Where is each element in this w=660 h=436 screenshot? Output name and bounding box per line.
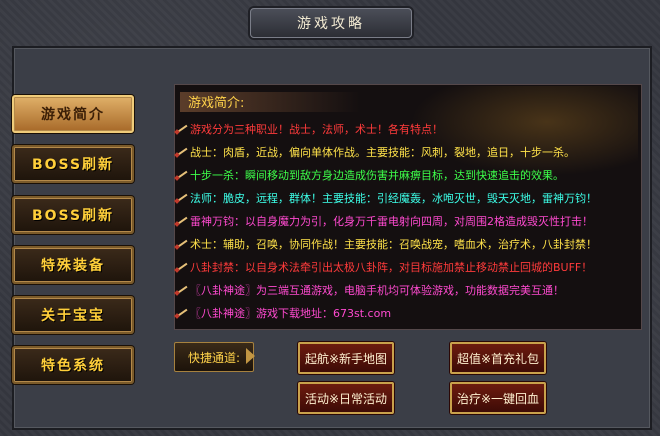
sword-bullet-icon <box>174 145 188 159</box>
nav-item-feature-systems[interactable]: 特色系统 <box>12 346 134 384</box>
intro-line-text: 雷神万钧：以自身魔力为引，化身万千雷电射向四周，对周围2格造成毁灭性打击！ <box>190 215 593 228</box>
nav-item-label: BOSS刷新 <box>31 157 115 173</box>
intro-line-text: 术士：辅助，召唤，协同作战！主要技能：召唤战宠，嗜血术，治疗术，八卦封禁！ <box>190 238 597 251</box>
nav-item-label: BOSS刷新 <box>31 208 115 224</box>
sword-bullet-icon <box>174 214 188 228</box>
intro-line: 八卦封禁：以自身术法牵引出太极八卦阵，对目标施加禁止移动禁止回城的BUFF！ <box>174 256 592 278</box>
intro-line-text: 八卦封禁：以自身术法牵引出太极八卦阵，对目标施加禁止移动禁止回城的BUFF！ <box>190 261 593 274</box>
intro-line: 战士：肉盾，近战，偏向单体作战。主要技能：风刺，裂地，追日，十步一杀。 <box>174 141 575 163</box>
intro-line-text: 战士：肉盾，近战，偏向单体作战。主要技能：风刺，裂地，追日，十步一杀。 <box>190 146 575 159</box>
shortcut-heal-button[interactable]: 治疗※一键回血 <box>450 382 546 414</box>
shortcut-daily-activity-button[interactable]: 活动※日常活动 <box>298 382 394 414</box>
shortcut-newbie-map-button[interactable]: 起航※新手地图 <box>298 342 394 374</box>
nav-item-special-equipment[interactable]: 特殊装备 <box>12 246 134 284</box>
nav-item-boss-refresh-2[interactable]: BOSS刷新 <box>12 196 134 234</box>
sword-bullet-icon <box>174 237 188 251</box>
intro-line: 十步一杀：瞬间移动到敌方身边造成伤害并麻痹目标，达到快速追击的效果。 <box>174 164 564 186</box>
sword-bullet-icon <box>174 306 188 320</box>
intro-line: 游戏分为三种职业！战士，法师，术士！各有特点！ <box>174 118 443 140</box>
shortcut-first-charge-gift-button[interactable]: 超值※首充礼包 <box>450 342 546 374</box>
window-title: 游戏攻略 <box>297 16 365 32</box>
intro-line: 法师：脆皮，远程，群体！主要技能：引经魔轰，冰咆灭世，毁天灭地，雷神万钧！ <box>174 187 597 209</box>
intro-line-text: 〖八卦神途〗游戏下载地址：673st.com <box>190 307 392 320</box>
intro-line: 术士：辅助，召唤，协同作战！主要技能：召唤战宠，嗜血术，治疗术，八卦封禁！ <box>174 233 597 255</box>
intro-line: 雷神万钧：以自身魔力为引，化身万千雷电射向四周，对周围2格造成毁灭性打击！ <box>174 210 593 232</box>
shortcut-button-label: 起航※新手地图 <box>304 351 388 366</box>
intro-line-text: 十步一杀：瞬间移动到敌方身边造成伤害并麻痹目标，达到快速追击的效果。 <box>190 169 564 182</box>
shortcut-arrow-icon <box>246 348 255 364</box>
nav-item-boss-refresh-1[interactable]: BOSS刷新 <box>12 145 134 183</box>
intro-line: 〖八卦神途〗游戏下载地址：673st.com <box>174 302 391 324</box>
intro-line-text: 法师：脆皮，远程，群体！主要技能：引经魔轰，冰咆灭世，毁天灭地，雷神万钧！ <box>190 192 597 205</box>
intro-line-text: 游戏分为三种职业！战士，法师，术士！各有特点！ <box>190 123 443 136</box>
shortcut-button-label: 治疗※一键回血 <box>456 391 540 406</box>
content-heading-text: 游戏简介: <box>188 96 245 111</box>
shortcut-label: 快捷通道: <box>174 342 254 372</box>
intro-line: 〖八卦神途〗为三端互通游戏，电脑手机均可体验游戏，功能数据完美互通！ <box>174 279 564 301</box>
nav-item-label: 特殊装备 <box>41 258 105 274</box>
shortcut-button-label: 活动※日常活动 <box>304 391 388 406</box>
nav-item-label: 关于宝宝 <box>41 308 105 324</box>
shortcut-label-text: 快捷通道: <box>187 350 241 365</box>
window-titlebar: 游戏攻略 <box>250 8 412 38</box>
intro-line-text: 〖八卦神途〗为三端互通游戏，电脑手机均可体验游戏，功能数据完美互通！ <box>190 284 564 297</box>
nav-item-label: 游戏简介 <box>41 107 105 123</box>
nav-item-game-intro[interactable]: 游戏简介 <box>12 95 134 133</box>
sword-bullet-icon <box>174 191 188 205</box>
shortcut-button-label: 超值※首充礼包 <box>456 351 540 366</box>
sword-bullet-icon <box>174 168 188 182</box>
sword-bullet-icon <box>174 260 188 274</box>
content-heading: 游戏简介: <box>180 92 360 112</box>
sword-bullet-icon <box>174 283 188 297</box>
nav-item-about-pets[interactable]: 关于宝宝 <box>12 296 134 334</box>
sword-bullet-icon <box>174 122 188 136</box>
nav-item-label: 特色系统 <box>41 358 105 374</box>
